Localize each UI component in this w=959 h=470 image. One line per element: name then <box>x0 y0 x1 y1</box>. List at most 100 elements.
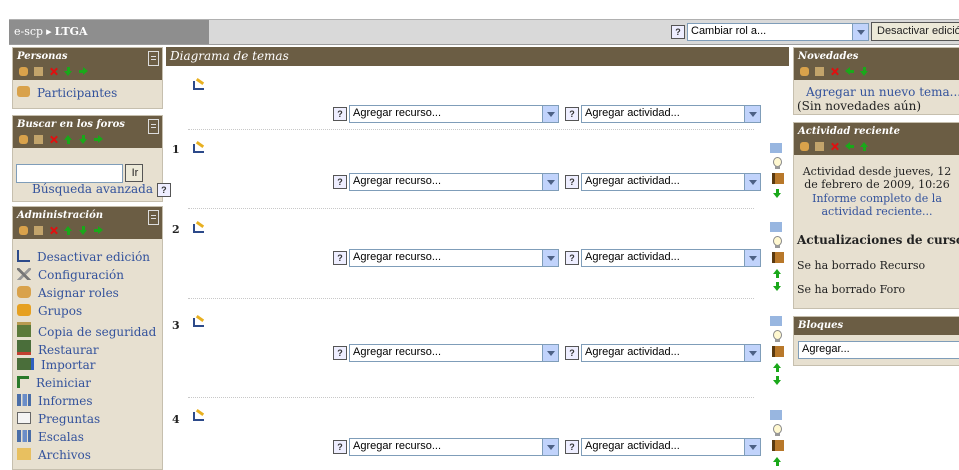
roles-icon[interactable] <box>800 142 809 151</box>
participants-label[interactable]: Participantes <box>37 86 117 100</box>
toggle-edit-button[interactable]: Desactivar edición <box>871 22 959 41</box>
add-activity-select[interactable]: Agregar actividad... <box>581 105 761 123</box>
move-down-icon[interactable] <box>79 135 88 144</box>
help-icon[interactable]: ? <box>565 107 579 121</box>
admin-item-label[interactable]: Restaurar <box>38 343 99 357</box>
admin-item-label[interactable]: Asignar roles <box>38 286 119 300</box>
move-right-icon[interactable] <box>94 226 103 235</box>
add-resource-select[interactable]: Agregar recurso... <box>349 105 559 123</box>
hide-block-icon[interactable] <box>148 51 159 66</box>
highlight-bulb-icon[interactable] <box>773 157 782 169</box>
admin-item-import[interactable]: Importar <box>17 358 95 376</box>
admin-item-label[interactable]: Importar <box>41 358 95 372</box>
highlight-icon[interactable] <box>193 140 205 153</box>
admin-item-reports[interactable]: Informes <box>17 394 93 412</box>
highlight-icon[interactable] <box>193 314 205 327</box>
add-block-select[interactable]: Agregar... <box>798 341 959 359</box>
move-down-icon[interactable] <box>64 67 73 76</box>
highlight-icon[interactable] <box>193 220 205 233</box>
admin-item-reset[interactable]: Reiniciar <box>17 376 91 394</box>
highlight-bulb-icon[interactable] <box>773 424 782 436</box>
add-resource-select[interactable]: Agregar recurso... <box>349 173 559 191</box>
forum-search-go-button[interactable]: Ir <box>125 164 143 182</box>
edit-summary-icon[interactable] <box>193 77 205 90</box>
admin-item-label[interactable]: Desactivar edición <box>37 250 150 264</box>
admin-item-settings[interactable]: Configuración <box>17 268 124 286</box>
roles-icon[interactable] <box>800 67 809 76</box>
admin-item-backup[interactable]: Copia de seguridad <box>17 322 156 340</box>
show-only-section-icon[interactable] <box>770 316 782 326</box>
highlight-bulb-icon[interactable] <box>773 330 782 342</box>
help-icon[interactable]: ? <box>333 346 347 360</box>
help-icon[interactable]: ? <box>333 107 347 121</box>
move-down-icon[interactable] <box>79 226 88 235</box>
admin-item-edit[interactable]: Desactivar edición <box>17 250 150 268</box>
move-right-icon[interactable] <box>79 67 88 76</box>
visibility-book-icon[interactable] <box>772 346 784 357</box>
move-down-icon[interactable] <box>773 376 781 386</box>
help-icon[interactable]: ? <box>565 346 579 360</box>
delete-icon[interactable] <box>830 67 839 76</box>
role-select[interactable]: Cambiar rol a... <box>687 23 869 41</box>
visibility-book-icon[interactable] <box>772 440 784 451</box>
participants-link[interactable]: Participantes <box>17 86 117 100</box>
show-only-section-icon[interactable] <box>770 143 782 153</box>
hide-icon[interactable] <box>815 142 824 151</box>
admin-item-label[interactable]: Configuración <box>38 268 124 282</box>
help-icon[interactable]: ? <box>333 175 347 189</box>
admin-item-label[interactable]: Escalas <box>38 430 84 444</box>
advanced-search-link[interactable]: Búsqueda avanzada <box>32 182 153 196</box>
hide-icon[interactable] <box>34 135 43 144</box>
help-icon[interactable]: ? <box>333 440 347 454</box>
visibility-book-icon[interactable] <box>772 173 784 184</box>
role-help-icon[interactable]: ? <box>671 25 685 39</box>
help-icon[interactable]: ? <box>565 251 579 265</box>
move-down-icon[interactable] <box>773 282 781 292</box>
add-activity-select[interactable]: Agregar actividad... <box>581 173 761 191</box>
admin-item-label[interactable]: Copia de seguridad <box>38 325 156 339</box>
add-resource-select[interactable]: Agregar recurso... <box>349 344 559 362</box>
roles-icon[interactable] <box>19 135 28 144</box>
admin-item-roles[interactable]: Asignar roles <box>17 286 119 304</box>
admin-item-questions[interactable]: Preguntas <box>17 412 100 430</box>
move-up-icon[interactable] <box>860 142 869 151</box>
admin-item-groups[interactable]: Grupos <box>17 304 82 322</box>
delete-icon[interactable] <box>830 142 839 151</box>
admin-item-label[interactable]: Informes <box>38 394 93 408</box>
admin-item-label[interactable]: Reiniciar <box>36 376 91 390</box>
forum-search-input[interactable] <box>16 164 123 183</box>
show-only-section-icon[interactable] <box>770 222 782 232</box>
highlight-icon[interactable] <box>193 408 205 421</box>
move-up-icon[interactable] <box>773 363 781 373</box>
admin-item-restore[interactable]: Restaurar <box>17 340 99 358</box>
add-activity-select[interactable]: Agregar actividad... <box>581 344 761 362</box>
full-report-label[interactable]: Informe completo de la actividad recient… <box>812 192 942 218</box>
add-resource-select[interactable]: Agregar recurso... <box>349 438 559 456</box>
admin-item-label[interactable]: Preguntas <box>38 412 100 426</box>
highlight-bulb-icon[interactable] <box>773 236 782 248</box>
add-topic-link[interactable]: Agregar un nuevo tema... <box>806 85 959 99</box>
add-activity-select[interactable]: Agregar actividad... <box>581 249 761 267</box>
move-down-icon[interactable] <box>860 67 869 76</box>
admin-item-scales[interactable]: Escalas <box>17 430 84 448</box>
hide-icon[interactable] <box>815 67 824 76</box>
roles-icon[interactable] <box>19 226 28 235</box>
move-up-icon[interactable] <box>64 226 73 235</box>
help-icon[interactable]: ? <box>565 175 579 189</box>
help-icon[interactable]: ? <box>565 440 579 454</box>
delete-icon[interactable] <box>49 135 58 144</box>
add-activity-select[interactable]: Agregar actividad... <box>581 438 761 456</box>
admin-item-label[interactable]: Archivos <box>38 448 91 462</box>
add-resource-select[interactable]: Agregar recurso... <box>349 249 559 267</box>
delete-icon[interactable] <box>49 226 58 235</box>
move-down-icon[interactable] <box>773 189 781 199</box>
admin-item-files[interactable]: Archivos <box>17 448 91 466</box>
move-up-icon[interactable] <box>773 269 781 279</box>
add-topic-label[interactable]: Agregar un nuevo tema... <box>806 85 959 99</box>
hide-icon[interactable] <box>34 226 43 235</box>
admin-item-label[interactable]: Grupos <box>38 304 82 318</box>
help-icon[interactable]: ? <box>333 251 347 265</box>
full-report-link[interactable]: Informe completo de la actividad recient… <box>797 192 957 218</box>
visibility-book-icon[interactable] <box>772 252 784 263</box>
hide-icon[interactable] <box>34 67 43 76</box>
